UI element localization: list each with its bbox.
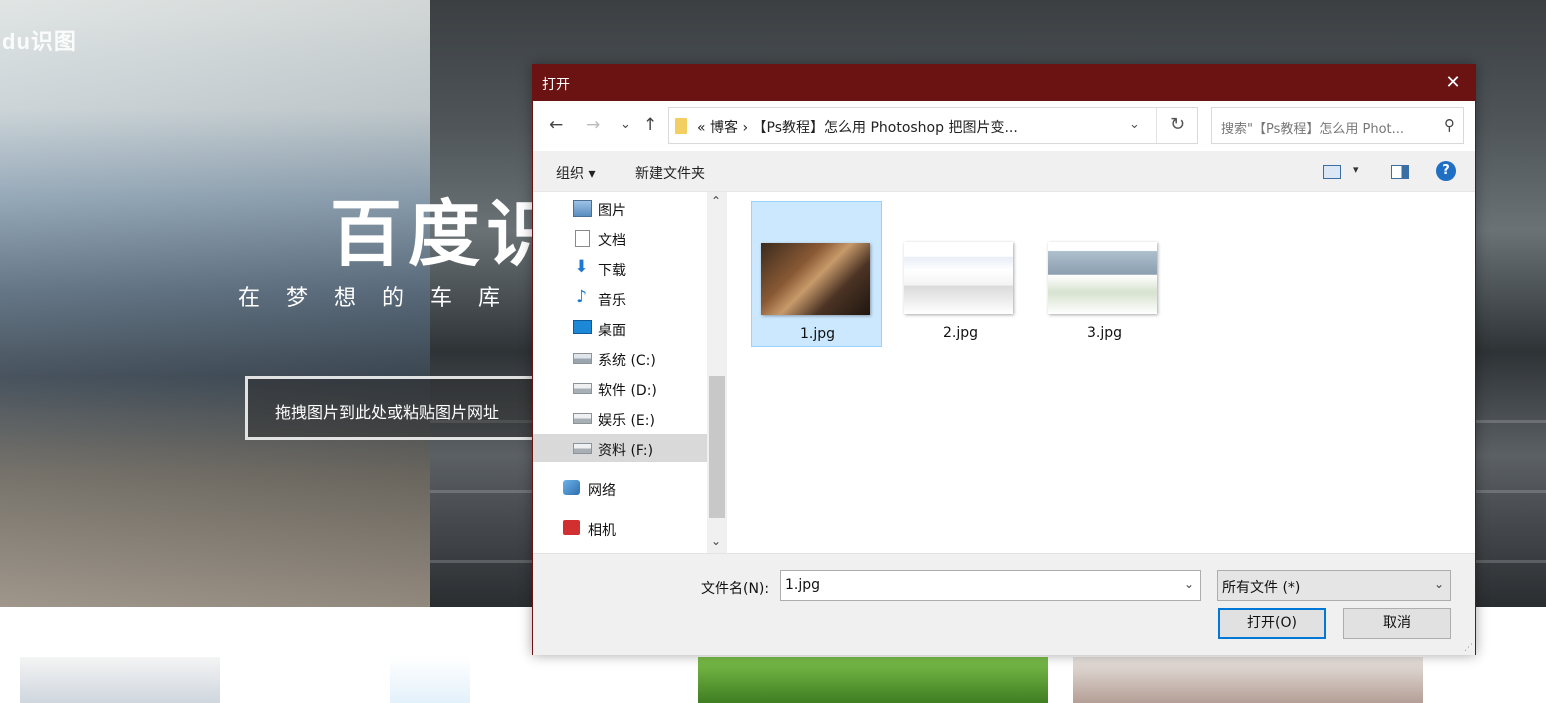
sample-image-splash[interactable] (390, 657, 470, 703)
sample-image-plant[interactable] (698, 657, 1048, 703)
close-icon[interactable]: ✕ (1431, 65, 1475, 101)
chevron-down-icon: ⌄ (1433, 577, 1444, 591)
address-dropdown-chevron-icon[interactable]: ⌄ (1129, 117, 1140, 132)
file-item[interactable]: 2.jpg (895, 201, 1026, 347)
refresh-icon[interactable]: ↻ (1170, 114, 1185, 135)
address-bar[interactable]: « 博客 › 【Ps教程】怎么用 Photoshop 把图片变... ⌄ ↻ (668, 107, 1198, 144)
file-list: 1.jpg 2.jpg 3.jpg (727, 192, 1475, 553)
hero-subtitle: 在梦想的车库 (238, 286, 527, 311)
search-input[interactable]: 搜索"【Ps教程】怎么用 Phot... ⚲ (1211, 107, 1464, 144)
sample-image-bottles[interactable] (20, 657, 220, 703)
music-icon: ♪ (576, 287, 587, 307)
scroll-down-chevron-icon[interactable]: ⌄ (711, 534, 721, 548)
nav-item-drive-c[interactable]: 系统 (C:) (533, 344, 707, 372)
recent-locations-chevron-icon[interactable]: ⌄ (620, 117, 631, 132)
dialog-footer: 文件名(N): 1.jpg ⌄ 所有文件 (*) ⌄ 打开(O) 取消 ⋰ (533, 553, 1475, 655)
organize-button[interactable]: 组织 ▾ (556, 163, 595, 183)
cancel-button[interactable]: 取消 (1343, 608, 1451, 639)
up-arrow-icon[interactable]: ↑ (643, 115, 657, 135)
search-placeholder: 搜索"【Ps教程】怎么用 Phot... (1221, 122, 1405, 137)
nav-item-downloads[interactable]: ⬇ 下载 (533, 254, 707, 282)
network-icon (563, 480, 580, 495)
forward-arrow-icon[interactable]: → (586, 115, 600, 135)
filename-input[interactable]: 1.jpg ⌄ (780, 570, 1201, 601)
help-icon[interactable]: ? (1436, 161, 1456, 181)
nav-item-drive-d[interactable]: 软件 (D:) (533, 374, 707, 402)
pictures-icon (573, 200, 592, 217)
open-button[interactable]: 打开(O) (1218, 608, 1326, 639)
drive-icon (573, 353, 592, 364)
file-thumbnail (1048, 242, 1157, 314)
open-file-dialog: 打开 ✕ ← → ⌄ ↑ « 博客 › 【Ps教程】怎么用 Photoshop … (532, 64, 1476, 655)
folder-icon (675, 118, 687, 134)
nav-item-drive-e[interactable]: 娱乐 (E:) (533, 404, 707, 432)
baidu-shitu-logo[interactable]: du识图 (2, 24, 77, 56)
file-type-select[interactable]: 所有文件 (*) ⌄ (1217, 570, 1451, 601)
nav-item-music[interactable]: ♪ 音乐 (533, 284, 707, 312)
new-folder-button[interactable]: 新建文件夹 (635, 163, 705, 183)
change-view-icon[interactable] (1323, 165, 1341, 179)
sample-image-portrait[interactable] (1073, 657, 1423, 703)
nav-item-documents[interactable]: 文档 (533, 224, 707, 252)
drive-icon (573, 413, 592, 424)
nav-item-camera[interactable]: 相机 (533, 514, 707, 542)
back-arrow-icon[interactable]: ← (549, 115, 563, 135)
nav-item-network[interactable]: 网络 (533, 474, 707, 502)
command-bar: 组织 ▾ 新建文件夹 ▾ ? (533, 151, 1475, 192)
navigation-bar: ← → ⌄ ↑ « 博客 › 【Ps教程】怎么用 Photoshop 把图片变.… (533, 101, 1475, 151)
camera-icon (563, 520, 580, 535)
preview-pane-icon[interactable] (1391, 165, 1409, 179)
file-item[interactable]: 3.jpg (1039, 201, 1170, 347)
download-icon: ⬇ (574, 257, 589, 277)
filename-history-chevron-icon[interactable]: ⌄ (1184, 577, 1194, 591)
breadcrumb[interactable]: « 博客 › 【Ps教程】怎么用 Photoshop 把图片变... (697, 117, 1018, 137)
file-item[interactable]: 1.jpg (751, 201, 882, 347)
hero-title: 百度识 (330, 192, 565, 276)
file-thumbnail (904, 242, 1013, 314)
dialog-title: 打开 (542, 77, 570, 93)
search-icon: ⚲ (1444, 116, 1455, 134)
scrollbar-thumb[interactable] (709, 376, 725, 518)
drive-icon (573, 443, 592, 454)
desktop-icon (573, 320, 592, 334)
nav-item-drive-f[interactable]: 资料 (F:) (533, 434, 707, 462)
nav-item-desktop[interactable]: 桌面 (533, 314, 707, 342)
drive-icon (573, 383, 592, 394)
nav-item-pictures[interactable]: 图片 (533, 194, 707, 222)
documents-icon (575, 230, 590, 247)
filename-label: 文件名(N): (701, 581, 770, 597)
navigation-pane: 图片 文档 ⬇ 下载 ♪ 音乐 桌面 系统 (C:) 软件 (D:) 娱乐 (E… (533, 192, 727, 553)
view-options-chevron-icon[interactable]: ▾ (1353, 163, 1359, 176)
resize-grip-icon[interactable]: ⋰ (1464, 643, 1473, 653)
file-thumbnail (761, 243, 870, 315)
navigation-scrollbar[interactable]: ⌃ ⌄ (707, 192, 727, 553)
dialog-titlebar[interactable]: 打开 ✕ (533, 65, 1475, 101)
scroll-up-chevron-icon[interactable]: ⌃ (711, 194, 721, 208)
